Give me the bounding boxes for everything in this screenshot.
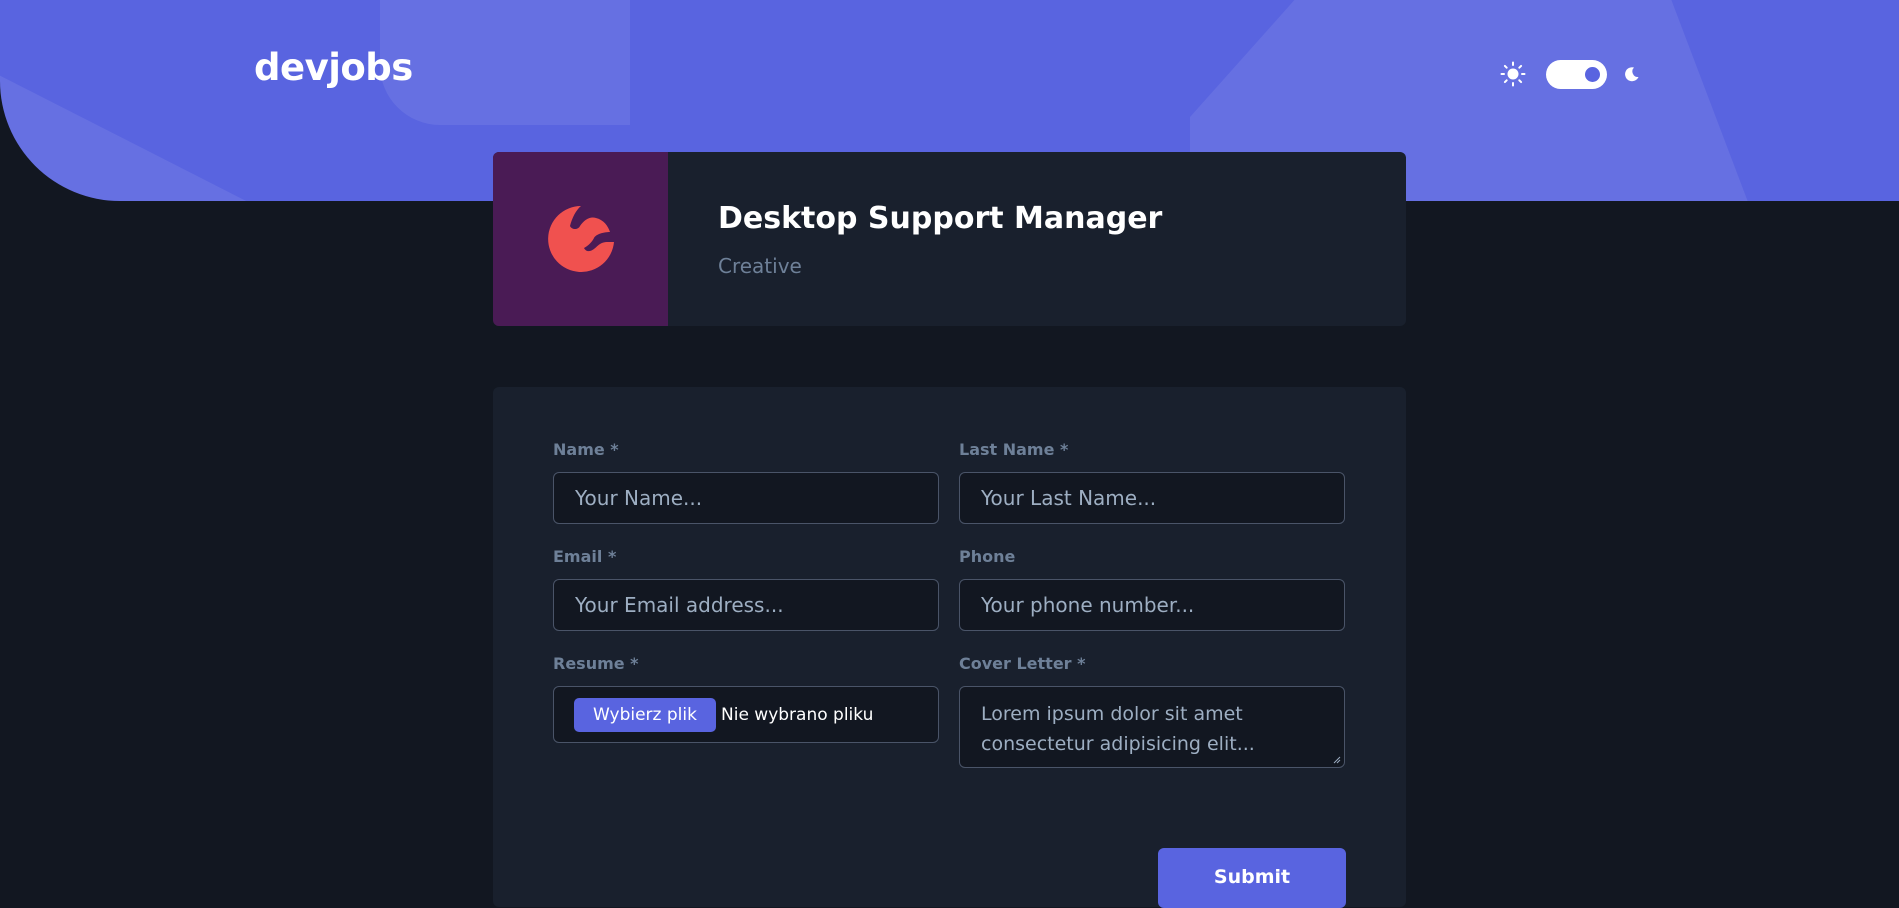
devjobs-logo[interactable]: devjobs (254, 46, 413, 89)
last-name-label: Last Name * (959, 440, 1069, 459)
theme-switch (1500, 58, 1641, 90)
submit-button[interactable]: Submit (1158, 848, 1346, 908)
cover-letter-textarea[interactable]: Lorem ipsum dolor sit amet consectetur a… (959, 686, 1345, 768)
cover-letter-placeholder: Lorem ipsum dolor sit amet consectetur a… (981, 703, 1255, 755)
creative-logo-icon (548, 206, 614, 272)
header-decoration (380, 0, 630, 125)
email-label: Email * (553, 547, 617, 566)
sun-icon (1500, 61, 1526, 87)
phone-label: Phone (959, 547, 1016, 566)
name-input[interactable]: Your Name... (553, 472, 939, 524)
file-status: Nie wybrano pliku (721, 705, 874, 725)
company-card: Desktop Support Manager Creative (493, 152, 1406, 326)
email-input[interactable]: Your Email address... (553, 579, 939, 631)
moon-icon (1625, 67, 1639, 82)
company-logo (493, 152, 668, 326)
choose-file-button[interactable]: Wybierz plik (574, 698, 716, 732)
toggle-knob (1585, 66, 1600, 82)
dark-mode-toggle[interactable] (1546, 59, 1607, 89)
application-form: Name * Your Name... Last Name * Your Las… (493, 387, 1406, 908)
company-name: Creative (718, 254, 802, 278)
job-title: Desktop Support Manager (718, 201, 1163, 236)
resume-file-input: Wybierz plik Nie wybrano pliku (553, 686, 939, 743)
resize-handle-icon[interactable] (1333, 756, 1341, 764)
last-name-input[interactable]: Your Last Name... (959, 472, 1345, 524)
name-label: Name * (553, 440, 619, 459)
cover-letter-label: Cover Letter * (959, 654, 1086, 673)
phone-input[interactable]: Your phone number... (959, 579, 1345, 631)
resume-label: Resume * (553, 654, 639, 673)
